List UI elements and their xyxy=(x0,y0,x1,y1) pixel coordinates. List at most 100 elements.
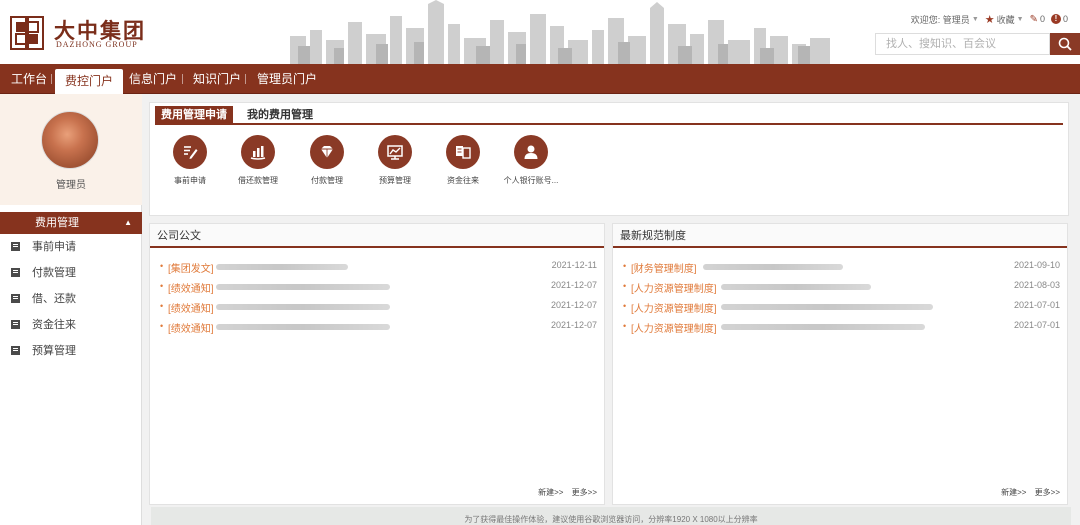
todo-button[interactable]: ✎ 0 xyxy=(1030,14,1045,25)
sidebar: 管理员 费用管理 ▲ 事前申请 付款管理 借、还款 资金往来 预算管理 xyxy=(0,94,142,525)
bullet-icon: • xyxy=(623,321,627,331)
app-label: 个人银行账号... xyxy=(503,176,559,185)
item-date: 2021-12-07 xyxy=(550,320,597,330)
redacted-title xyxy=(721,324,925,330)
item-date: 2021-08-03 xyxy=(1013,280,1060,290)
nav-item-admin-portal[interactable]: 管理员门户 xyxy=(257,64,317,94)
app-loan-repay[interactable]: 借还款管理 xyxy=(227,135,289,186)
brand-name-en: DAZHONG GROUP xyxy=(56,40,138,49)
search-icon xyxy=(1058,37,1072,51)
nav-item-info-portal[interactable]: 信息门户 xyxy=(129,64,177,94)
more-link[interactable]: 更多>> xyxy=(572,488,597,497)
redacted-title xyxy=(216,324,390,330)
pen-edit-icon xyxy=(173,135,207,169)
sidebar-item-label: 事前申请 xyxy=(32,241,76,253)
diamond-icon xyxy=(310,135,344,169)
item-category: [绩效通知] xyxy=(168,304,214,315)
more-link[interactable]: 更多>> xyxy=(1035,488,1060,497)
tab-my-expenses[interactable]: 我的费用管理 xyxy=(241,106,319,125)
list-item[interactable]: • [人力资源管理制度] 2021-08-03 xyxy=(613,277,1067,297)
nav-item-knowledge-portal[interactable]: 知识门户 xyxy=(193,64,241,94)
nav-item-expense-portal[interactable]: 费控门户 xyxy=(55,69,124,94)
bullet-icon: • xyxy=(160,281,164,291)
list-item[interactable]: • [绩效通知] 2021-12-07 xyxy=(150,277,604,297)
alert-count: 0 xyxy=(1062,14,1068,24)
sidebar-item-loan-repay[interactable]: 借、还款 xyxy=(0,289,142,309)
list-item[interactable]: • [绩效通知] 2021-12-07 xyxy=(150,317,604,337)
app-payment[interactable]: 付款管理 xyxy=(296,135,358,186)
person-icon xyxy=(514,135,548,169)
item-date: 2021-07-01 xyxy=(1013,320,1060,330)
bullet-icon: • xyxy=(623,281,627,291)
brand-logo[interactable]: 大中集团 DAZHONG GROUP xyxy=(10,14,144,54)
sidebar-item-budget[interactable]: 预算管理 xyxy=(0,341,142,361)
main-nav: 工作台 费控门户 信息门户 知识门户 管理员门户 xyxy=(0,64,1080,94)
item-date: 2021-09-10 xyxy=(1013,260,1060,270)
app-fund-transfer[interactable]: 资金往来 xyxy=(432,135,494,186)
item-category: [人力资源管理制度] xyxy=(631,324,717,335)
panel-title: 最新规范制度 xyxy=(613,224,1067,248)
list-item[interactable]: • [绩效通知] 2021-12-07 xyxy=(150,297,604,317)
nav-divider xyxy=(51,74,52,84)
new-link[interactable]: 新建>> xyxy=(1001,488,1026,497)
app-pre-application[interactable]: 事前申请 xyxy=(159,135,221,186)
footer-text: 为了获得最佳操作体验，建议使用谷歌浏览器访问，分辨率1920 X 1080以上分… xyxy=(464,515,758,524)
list-item[interactable]: • [人力资源管理制度] 2021-07-01 xyxy=(613,317,1067,337)
chevron-down-icon: ▼ xyxy=(971,15,979,23)
app-launcher-panel: 费用管理申请 我的费用管理 事前申请 借还款管理 付款管理 预算管理 资金往来 … xyxy=(149,102,1069,216)
bullet-icon: • xyxy=(160,261,164,271)
welcome-text: 欢迎您: 管理员 xyxy=(910,14,970,25)
item-category: [集团发文] xyxy=(168,264,214,275)
profile-name: 管理员 xyxy=(56,180,86,191)
redacted-title xyxy=(721,284,871,290)
search-button[interactable] xyxy=(1050,33,1080,55)
redacted-title xyxy=(216,284,390,290)
chart-board-icon xyxy=(378,135,412,169)
alerts-button[interactable]: ! 0 xyxy=(1050,14,1068,24)
main-content: 费用管理申请 我的费用管理 事前申请 借还款管理 付款管理 预算管理 资金往来 … xyxy=(143,94,1080,525)
redacted-title xyxy=(703,264,843,270)
sidebar-item-label: 付款管理 xyxy=(32,267,76,279)
item-category: [财务管理制度] xyxy=(631,264,697,275)
chevron-up-icon: ▲ xyxy=(124,218,132,227)
app-tabs: 费用管理申请 我的费用管理 xyxy=(155,106,1063,125)
bullet-icon: • xyxy=(160,321,164,331)
list-item[interactable]: • [集团发文] 2021-12-11 xyxy=(150,257,604,277)
announcements-panel: 公司公文 • [集团发文] 2021-12-11 • [绩效通知] 2021-1… xyxy=(149,223,605,505)
item-date: 2021-07-01 xyxy=(1013,300,1060,310)
app-personal-bank-account[interactable]: 个人银行账号... xyxy=(500,135,562,186)
item-category: [人力资源管理制度] xyxy=(631,284,717,295)
regulations-panel: 最新规范制度 • [财务管理制度] 2021-09-10 • [人力资源管理制度… xyxy=(612,223,1068,505)
todo-count: 0 xyxy=(1039,14,1045,24)
app-label: 付款管理 xyxy=(311,176,343,185)
item-category: [绩效通知] xyxy=(168,324,214,335)
nav-item-workbench[interactable]: 工作台 xyxy=(11,64,47,94)
tab-expense-application[interactable]: 费用管理申请 xyxy=(155,106,233,125)
search-input[interactable] xyxy=(875,33,1050,55)
alert-icon: ! xyxy=(1050,14,1061,24)
hand-money-icon xyxy=(241,135,275,169)
item-date: 2021-12-07 xyxy=(550,280,597,290)
app-label: 借还款管理 xyxy=(238,176,278,185)
sidebar-item-fund-transfer[interactable]: 资金往来 xyxy=(0,315,142,335)
redacted-title xyxy=(216,304,390,310)
doc-list-icon xyxy=(11,242,20,251)
nav-divider xyxy=(182,74,183,84)
item-category: [人力资源管理制度] xyxy=(631,304,717,315)
favorites-menu[interactable]: ★ 收藏 ▼ xyxy=(985,13,1024,26)
list-item[interactable]: • [人力资源管理制度] 2021-07-01 xyxy=(613,297,1067,317)
redacted-title xyxy=(721,304,933,310)
app-budget[interactable]: 预算管理 xyxy=(364,135,426,186)
sidebar-item-label: 借、还款 xyxy=(32,293,76,305)
city-skyline-illustration xyxy=(290,0,830,64)
new-link[interactable]: 新建>> xyxy=(538,488,563,497)
sidebar-item-payment[interactable]: 付款管理 xyxy=(0,263,142,283)
item-date: 2021-12-07 xyxy=(550,300,597,310)
list-item[interactable]: • [财务管理制度] 2021-09-10 xyxy=(613,257,1067,277)
avatar[interactable] xyxy=(41,111,99,169)
doc-list-icon xyxy=(11,320,20,329)
logo-mark-icon xyxy=(10,16,44,50)
sidebar-item-pre-application[interactable]: 事前申请 xyxy=(0,237,142,257)
menu-group-expense[interactable]: 费用管理 ▲ xyxy=(0,212,142,234)
welcome-user-menu[interactable]: 欢迎您: 管理员 ▼ xyxy=(911,13,979,26)
